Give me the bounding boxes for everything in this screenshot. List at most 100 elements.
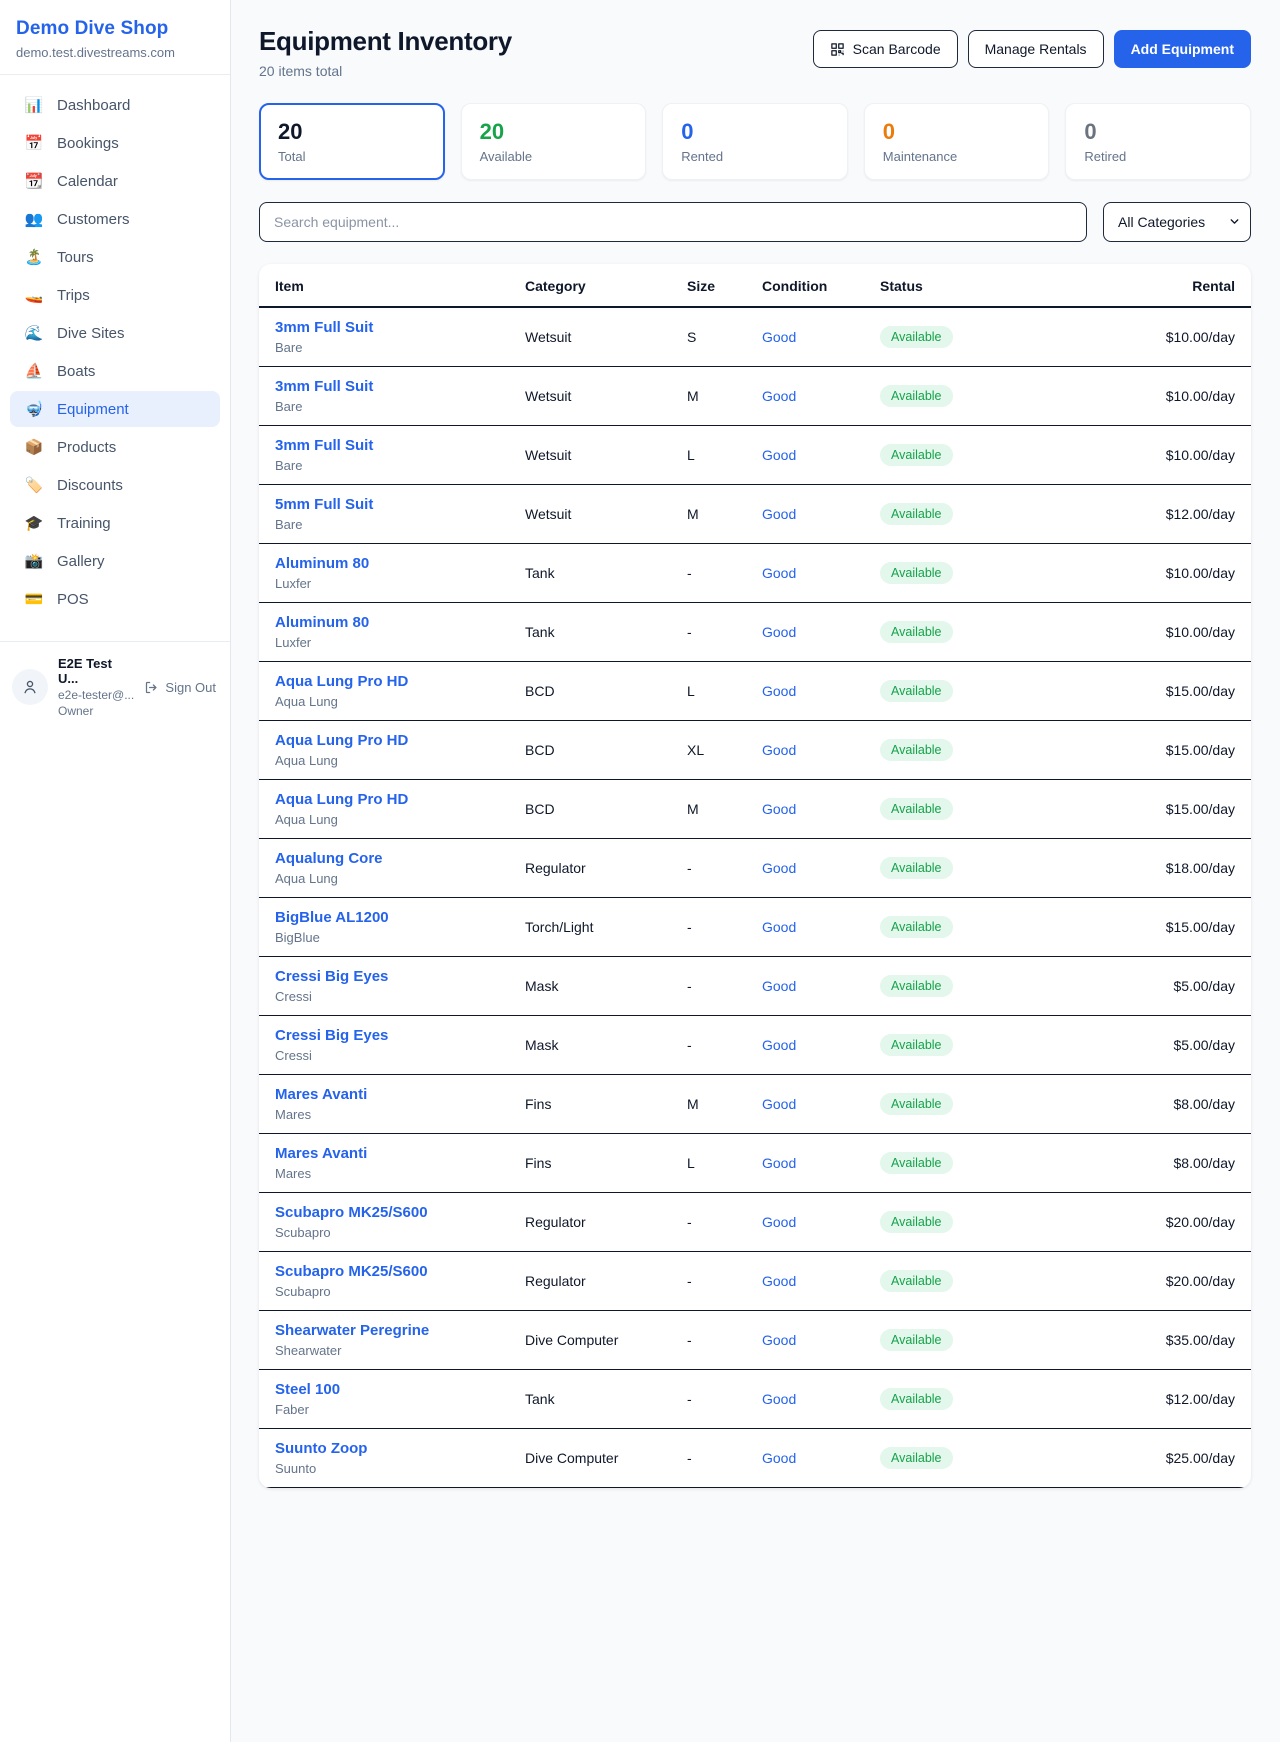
island-icon: 🏝️ [24, 248, 44, 266]
condition-link[interactable]: Good [762, 1037, 796, 1053]
condition-link[interactable]: Good [762, 860, 796, 876]
col-header-item: Item [259, 264, 525, 307]
stat-card[interactable]: 20 Total [259, 103, 445, 180]
condition-link[interactable]: Good [762, 978, 796, 994]
condition-cell: Good [762, 957, 880, 1016]
item-link[interactable]: BigBlue AL1200 [275, 909, 525, 926]
scan-barcode-label: Scan Barcode [853, 41, 941, 57]
condition-link[interactable]: Good [762, 1096, 796, 1112]
size-cell: L [687, 662, 762, 721]
condition-link[interactable]: Good [762, 447, 796, 463]
stat-value: 0 [681, 119, 829, 145]
status-badge: Available [880, 739, 953, 761]
table-row: Aluminum 80 Luxfer Tank - Good Available… [259, 544, 1251, 603]
sidebar-item-label: Customers [57, 211, 130, 228]
table-row: Aqualung Core Aqua Lung Regulator - Good… [259, 839, 1251, 898]
condition-link[interactable]: Good [762, 683, 796, 699]
sidebar-item-training[interactable]: 🎓 Training [10, 505, 220, 541]
stat-card[interactable]: 0 Maintenance [864, 103, 1050, 180]
condition-link[interactable]: Good [762, 1450, 796, 1466]
rental-cell: $10.00/day [1015, 367, 1251, 426]
size-cell: - [687, 1311, 762, 1370]
sidebar-item-discounts[interactable]: 🏷️ Discounts [10, 467, 220, 503]
item-brand: Aqua Lung [275, 694, 525, 709]
item-link[interactable]: Aqua Lung Pro HD [275, 732, 525, 749]
sidebar-item-label: POS [57, 591, 89, 608]
sidebar-item-calendar[interactable]: 📆 Calendar [10, 163, 220, 199]
stat-card[interactable]: 0 Retired [1065, 103, 1251, 180]
size-cell: M [687, 367, 762, 426]
manage-rentals-button[interactable]: Manage Rentals [968, 30, 1104, 68]
condition-link[interactable]: Good [762, 742, 796, 758]
item-link[interactable]: Suunto Zoop [275, 1440, 525, 1457]
sidebar-item-customers[interactable]: 👥 Customers [10, 201, 220, 237]
condition-link[interactable]: Good [762, 919, 796, 935]
condition-cell: Good [762, 1429, 880, 1488]
item-link[interactable]: 5mm Full Suit [275, 496, 525, 513]
item-link[interactable]: Shearwater Peregrine [275, 1322, 525, 1339]
status-badge: Available [880, 1329, 953, 1351]
sign-out-button[interactable]: Sign Out [144, 680, 218, 695]
sidebar-item-dive-sites[interactable]: 🌊 Dive Sites [10, 315, 220, 351]
item-link[interactable]: Aluminum 80 [275, 555, 525, 572]
status-cell: Available [880, 1075, 1015, 1134]
item-link[interactable]: Aqualung Core [275, 850, 525, 867]
table-body: 3mm Full Suit Bare Wetsuit S Good Availa… [259, 307, 1251, 1488]
sidebar-item-dashboard[interactable]: 📊 Dashboard [10, 87, 220, 123]
status-cell: Available [880, 1016, 1015, 1075]
status-cell: Available [880, 367, 1015, 426]
sidebar-item-label: Calendar [57, 173, 118, 190]
stat-card[interactable]: 20 Available [461, 103, 647, 180]
sidebar-item-boats[interactable]: ⛵ Boats [10, 353, 220, 389]
condition-link[interactable]: Good [762, 801, 796, 817]
condition-link[interactable]: Good [762, 1155, 796, 1171]
item-link[interactable]: Scubapro MK25/S600 [275, 1204, 525, 1221]
sidebar-item-trips[interactable]: 🚤 Trips [10, 277, 220, 313]
item-link[interactable]: Mares Avanti [275, 1145, 525, 1162]
category-select[interactable]: All Categories [1103, 202, 1251, 242]
search-input[interactable] [259, 202, 1087, 242]
item-link[interactable]: Cressi Big Eyes [275, 968, 525, 985]
sidebar-item-products[interactable]: 📦 Products [10, 429, 220, 465]
item-link[interactable]: Scubapro MK25/S600 [275, 1263, 525, 1280]
condition-link[interactable]: Good [762, 1391, 796, 1407]
category-cell: Mask [525, 957, 687, 1016]
scan-barcode-button[interactable]: Scan Barcode [813, 30, 958, 68]
item-link[interactable]: Steel 100 [275, 1381, 525, 1398]
sidebar-item-tours[interactable]: 🏝️ Tours [10, 239, 220, 275]
item-link[interactable]: Cressi Big Eyes [275, 1027, 525, 1044]
item-link[interactable]: Aqua Lung Pro HD [275, 791, 525, 808]
add-equipment-button[interactable]: Add Equipment [1114, 30, 1251, 68]
condition-link[interactable]: Good [762, 388, 796, 404]
condition-link[interactable]: Good [762, 506, 796, 522]
item-link[interactable]: 3mm Full Suit [275, 437, 525, 454]
status-cell: Available [880, 662, 1015, 721]
category-cell: Wetsuit [525, 367, 687, 426]
table-row: Mares Avanti Mares Fins M Good Available… [259, 1075, 1251, 1134]
condition-link[interactable]: Good [762, 565, 796, 581]
sidebar-item-pos[interactable]: 💳 POS [10, 581, 220, 617]
brand-title[interactable]: Demo Dive Shop [16, 18, 214, 40]
condition-link[interactable]: Good [762, 329, 796, 345]
stat-value: 20 [278, 119, 426, 145]
status-cell: Available [880, 1429, 1015, 1488]
item-link[interactable]: 3mm Full Suit [275, 378, 525, 395]
status-badge: Available [880, 916, 953, 938]
condition-link[interactable]: Good [762, 624, 796, 640]
page-header: Equipment Inventory 20 items total Scan … [259, 26, 1251, 79]
item-link[interactable]: Aqua Lung Pro HD [275, 673, 525, 690]
condition-link[interactable]: Good [762, 1332, 796, 1348]
item-link[interactable]: Mares Avanti [275, 1086, 525, 1103]
size-cell: - [687, 1370, 762, 1429]
table-row: Mares Avanti Mares Fins L Good Available… [259, 1134, 1251, 1193]
table-row: Cressi Big Eyes Cressi Mask - Good Avail… [259, 957, 1251, 1016]
sidebar-item-equipment[interactable]: 🤿 Equipment [10, 391, 220, 427]
condition-link[interactable]: Good [762, 1273, 796, 1289]
condition-link[interactable]: Good [762, 1214, 796, 1230]
stat-card[interactable]: 0 Rented [662, 103, 848, 180]
sidebar-item-gallery[interactable]: 📸 Gallery [10, 543, 220, 579]
sidebar-item-bookings[interactable]: 📅 Bookings [10, 125, 220, 161]
rental-cell: $15.00/day [1015, 780, 1251, 839]
item-link[interactable]: 3mm Full Suit [275, 319, 525, 336]
item-link[interactable]: Aluminum 80 [275, 614, 525, 631]
